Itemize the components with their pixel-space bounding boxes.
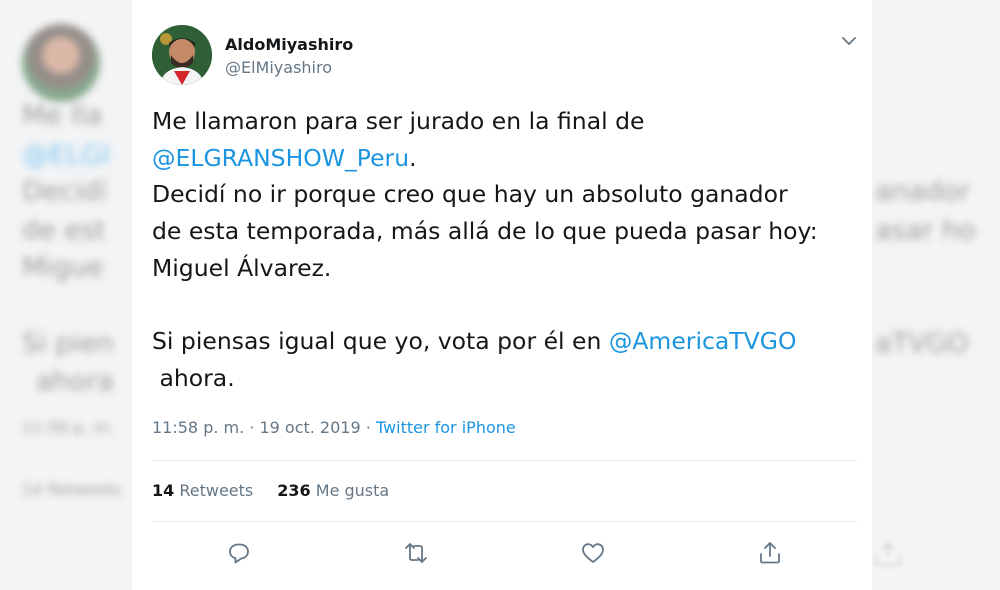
- retweets-count: 14: [152, 481, 175, 500]
- tweet-card: AldoMiyashiro @ElMiyashiro Me llamaron p…: [132, 0, 872, 590]
- mention-link[interactable]: @AmericaTVGO: [609, 327, 797, 355]
- timestamp[interactable]: 11:58 p. m. · 19 oct. 2019: [152, 418, 361, 437]
- retweets-stat[interactable]: 14 Retweets: [152, 481, 253, 500]
- divider: [152, 460, 857, 461]
- divider: [152, 521, 857, 522]
- tweet-line: Me llamaron para ser jurado en la final …: [152, 107, 645, 135]
- retweets-label: Retweets: [179, 481, 254, 500]
- background-text: anador: [875, 176, 970, 207]
- background-text: Decidí: [22, 176, 107, 207]
- chevron-down-icon[interactable]: [838, 30, 860, 52]
- background-text: 14 Retweets: [22, 480, 122, 499]
- tweet-text: Me llamaron para ser jurado en la final …: [152, 103, 862, 397]
- avatar[interactable]: [152, 25, 212, 85]
- tweet-line: de esta temporada, más allá de lo que pu…: [152, 217, 818, 246]
- share-button[interactable]: [756, 539, 784, 567]
- background-text: asar ho: [875, 215, 976, 246]
- mention-link[interactable]: @ELGRANSHOW_Peru: [152, 144, 409, 172]
- background-text: 11:58 p. m.: [22, 418, 115, 437]
- tweet-line: Si piensas igual que yo, vota por él en …: [152, 323, 862, 360]
- retweet-button[interactable]: [402, 539, 430, 567]
- share-icon: [760, 542, 780, 564]
- like-button[interactable]: [579, 539, 607, 567]
- tweet-line-text: Si piensas igual que yo, vota por él en: [152, 327, 609, 356]
- likes-count: 236: [277, 481, 311, 500]
- background-text: de est: [22, 215, 106, 246]
- tweet-metadata: 11:58 p. m. · 19 oct. 2019 · Twitter for…: [152, 418, 516, 437]
- tweet-line-suffix: .: [409, 143, 417, 172]
- tweet-line: Miguel Álvarez.: [152, 253, 332, 282]
- speech-bubble-icon: [229, 543, 249, 564]
- source-link[interactable]: Twitter for iPhone: [376, 418, 516, 437]
- author-handle[interactable]: @ElMiyashiro: [225, 58, 332, 77]
- tweet-stats: 14 Retweets 236 Me gusta: [152, 481, 389, 500]
- meta-separator: ·: [360, 418, 376, 437]
- likes-label: Me gusta: [315, 481, 390, 500]
- tweet-line: ahora.: [152, 363, 235, 392]
- background-share-icon: [868, 539, 908, 569]
- background-text: Migue: [22, 252, 104, 283]
- background-avatar: [22, 24, 100, 102]
- tweet-line: @ELGRANSHOW_Peru.: [152, 140, 862, 177]
- background-text: @ELGI: [22, 140, 110, 171]
- heart-icon: [582, 543, 604, 563]
- background-text: aTVGO: [875, 328, 969, 359]
- background-text: ahora: [36, 366, 114, 397]
- reply-button[interactable]: [225, 539, 253, 567]
- retweet-icon: [405, 543, 427, 563]
- likes-stat[interactable]: 236 Me gusta: [277, 481, 389, 500]
- background-text: Me lla: [22, 100, 103, 131]
- tweet-line: Decidí no ir porque creo que hay un abso…: [152, 180, 788, 209]
- background-text: Si pien: [22, 328, 114, 359]
- author-name[interactable]: AldoMiyashiro: [225, 35, 353, 54]
